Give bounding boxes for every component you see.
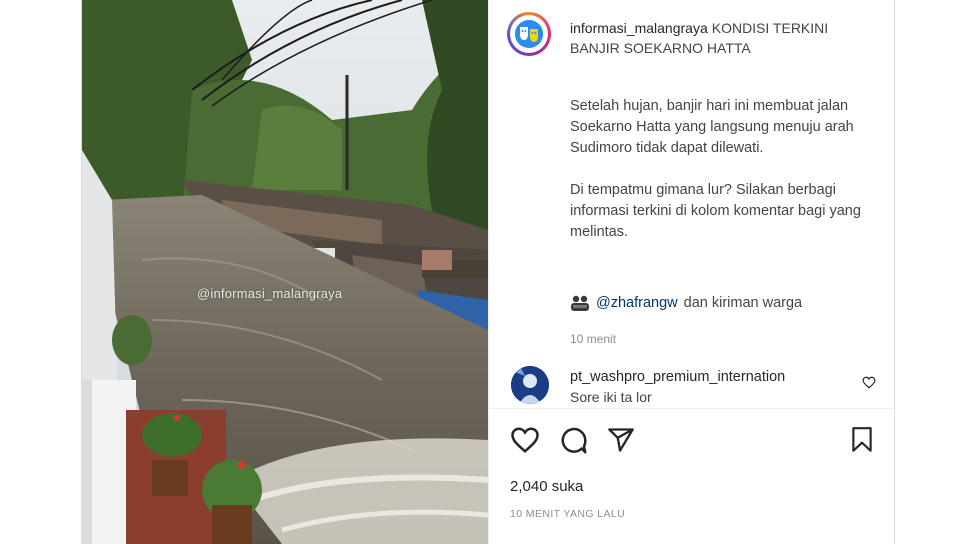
author-avatar[interactable] [507, 12, 551, 56]
post-caption: informasi_malangraya KONDISI TERKINI BANJ… [507, 12, 887, 346]
post-actions-bar [489, 420, 894, 460]
people-icon [570, 294, 590, 312]
credit-mention-link[interactable]: @zhafrangw [596, 295, 678, 311]
post-side-panel: informasi_malangraya KONDISI TERKINI BANJ… [488, 0, 894, 544]
author-username[interactable]: informasi_malangraya [570, 20, 708, 36]
comment-icon[interactable] [559, 426, 589, 461]
share-icon[interactable] [607, 426, 635, 459]
commenter-username[interactable]: pt_washpro_premium_internation [570, 369, 785, 385]
flood-scene-image [82, 0, 488, 544]
instagram-post: @informasi_malangraya informasi_malangra… [81, 0, 895, 544]
actions-divider [489, 408, 894, 409]
commenter-avatar[interactable] [511, 366, 549, 404]
credit-text: dan kiriman warga [683, 295, 803, 311]
caption-body: Setelah hujan, banjir hari ini membuat j… [570, 96, 870, 243]
masks-logo-icon [515, 20, 543, 48]
like-count[interactable]: 2,040 suka [510, 478, 583, 495]
caption-header: informasi_malangraya KONDISI TERKINI BANJ… [570, 18, 880, 58]
post-time-ago: 10 MENIT YANG LALU [510, 508, 626, 520]
bookmark-icon[interactable] [849, 426, 875, 459]
caption-credit: @zhafrangw dan kiriman warga [570, 294, 802, 312]
post-video[interactable]: @informasi_malangraya [82, 0, 488, 544]
comment-text: Sore iki ta lor [570, 389, 652, 405]
comment-heart-icon[interactable] [862, 376, 876, 394]
caption-timestamp: 10 menit [570, 332, 617, 346]
comment-item: pt_washpro_premium_internation Sore iki … [489, 360, 894, 408]
heart-icon[interactable] [510, 426, 540, 459]
video-watermark: @informasi_malangraya [197, 286, 343, 301]
caption-paragraph-2: Di tempatmu gimana lur? Silakan berbagi … [570, 182, 861, 240]
caption-paragraph-1: Setelah hujan, banjir hari ini membuat j… [570, 98, 854, 156]
